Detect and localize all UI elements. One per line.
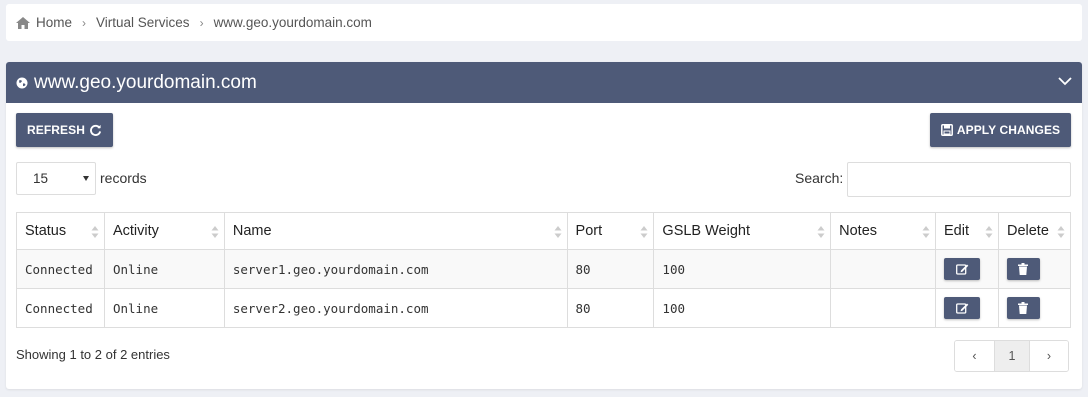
cell-edit <box>935 249 999 289</box>
column-header-port[interactable]: Port <box>566 212 655 250</box>
sort-icon <box>1057 226 1065 238</box>
cell-name: server2.geo.yourdomain.com <box>223 288 568 328</box>
chevron-right-icon: › <box>82 15 87 30</box>
refresh-button-label: REFRESH <box>26 123 86 137</box>
delete-button[interactable] <box>1006 258 1040 280</box>
breadcrumb-home-link[interactable]: Home <box>36 15 72 30</box>
panel-title: www.geo.yourdomain.com <box>34 71 257 93</box>
chevron-down-icon[interactable] <box>1058 76 1072 86</box>
cell-edit <box>935 288 999 328</box>
refresh-icon <box>90 124 102 136</box>
delete-button[interactable] <box>1006 297 1040 319</box>
column-header-gslb-weight[interactable]: GSLB Weight <box>653 212 832 250</box>
column-header-delete[interactable]: Delete <box>997 212 1072 250</box>
pagination-next-button[interactable]: › <box>1029 341 1068 371</box>
sort-icon <box>91 226 99 238</box>
edit-button[interactable] <box>944 297 981 319</box>
cell-notes <box>830 288 937 328</box>
search-input[interactable] <box>847 162 1071 197</box>
globe-icon <box>16 77 28 88</box>
sort-icon <box>922 226 930 238</box>
refresh-button[interactable]: REFRESH <box>16 113 113 147</box>
save-icon <box>940 124 953 136</box>
table-header-row: Status Activity Name Port GSLB Weight No… <box>16 212 1072 250</box>
panel-header: www.geo.yourdomain.com <box>6 62 1082 103</box>
column-header-activity[interactable]: Activity <box>103 212 225 250</box>
cell-activity: Online <box>103 249 225 289</box>
column-header-name[interactable]: Name <box>223 212 568 250</box>
chevron-right-icon: › <box>199 15 204 30</box>
table-row: Connected Online server1.geo.yourdomain.… <box>16 249 1072 289</box>
breadcrumb: Home › Virtual Services › www.geo.yourdo… <box>6 4 1082 41</box>
pagination-page-1[interactable]: 1 <box>994 341 1029 371</box>
cell-activity: Online <box>103 288 225 328</box>
home-icon <box>16 16 30 29</box>
sort-icon <box>554 226 562 238</box>
cell-port: 80 <box>566 249 655 289</box>
trash-icon <box>1018 302 1029 314</box>
edit-icon <box>955 264 968 275</box>
cell-notes <box>830 249 937 289</box>
breadcrumb-current: www.geo.yourdomain.com <box>213 15 372 30</box>
records-per-page-select[interactable]: 15 <box>16 162 96 195</box>
pagination-previous-button[interactable]: ‹ <box>955 341 994 371</box>
cell-delete <box>997 249 1072 289</box>
table-info: Showing 1 to 2 of 2 entries <box>16 347 170 362</box>
cell-gslb-weight: 100 <box>653 249 832 289</box>
cell-port: 80 <box>566 288 655 328</box>
edit-button[interactable] <box>944 258 981 280</box>
trash-icon <box>1018 263 1029 275</box>
column-header-edit[interactable]: Edit <box>935 212 999 250</box>
table-row: Connected Online server2.geo.yourdomain.… <box>16 288 1072 328</box>
pagination: ‹ 1 › <box>954 340 1069 372</box>
column-header-status[interactable]: Status <box>16 212 105 250</box>
cell-delete <box>997 288 1072 328</box>
sort-icon <box>985 226 993 238</box>
edit-icon <box>955 303 968 314</box>
sort-icon <box>817 226 825 238</box>
records-select-value: 15 <box>33 171 49 186</box>
records-label: records <box>100 170 147 186</box>
sort-icon <box>640 226 648 238</box>
cell-status: Connected <box>16 288 105 328</box>
apply-changes-button[interactable]: APPLY CHANGES <box>930 113 1071 147</box>
sort-icon <box>211 226 219 238</box>
search-label: Search: <box>795 170 844 186</box>
column-header-notes[interactable]: Notes <box>830 212 937 250</box>
apply-changes-label: APPLY CHANGES <box>956 123 1061 137</box>
breadcrumb-virtual-services-link[interactable]: Virtual Services <box>96 15 190 30</box>
real-servers-table: Status Activity Name Port GSLB Weight No… <box>16 212 1072 328</box>
dropdown-caret-icon <box>83 176 89 181</box>
cell-status: Connected <box>16 249 105 289</box>
cell-name: server1.geo.yourdomain.com <box>223 249 568 289</box>
cell-gslb-weight: 100 <box>653 288 832 328</box>
virtual-service-panel: www.geo.yourdomain.com REFRESH APPLY CHA… <box>6 62 1082 389</box>
